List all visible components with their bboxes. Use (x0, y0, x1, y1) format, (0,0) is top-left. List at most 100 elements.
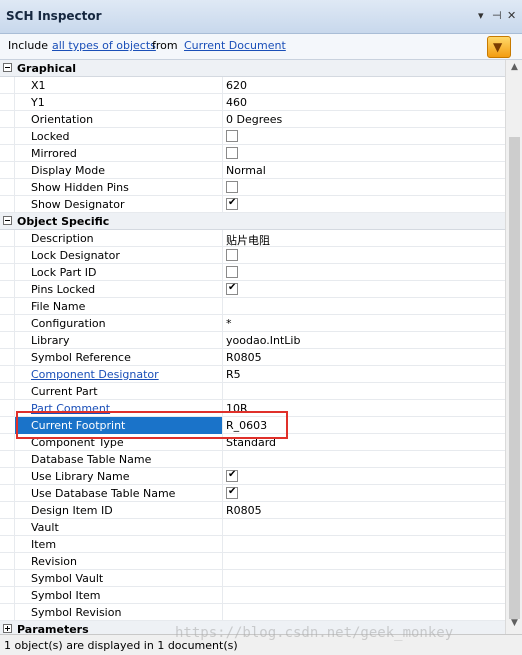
include-from-text: from (152, 39, 178, 52)
filter-button[interactable]: ▼ (487, 36, 511, 58)
property-label: Symbol Reference (31, 351, 131, 364)
property-row-symbol-revision[interactable]: Symbol Revision (0, 604, 505, 621)
property-label: Library (31, 334, 70, 347)
object-types-link[interactable]: all types of objects (52, 39, 156, 52)
property-row-library[interactable]: Library yoodao.IntLib (0, 332, 505, 349)
property-label: Vault (31, 521, 59, 534)
pin-icon[interactable]: ⊣ (492, 9, 502, 22)
close-icon[interactable]: ✕ (507, 9, 516, 22)
category-label: Object Specific (17, 215, 110, 228)
use-library-name-checkbox[interactable] (226, 469, 238, 482)
property-row-x1[interactable]: X1 620 (0, 77, 505, 94)
property-row-lock-designator[interactable]: Lock Designator (0, 247, 505, 264)
property-value[interactable]: 620 (226, 79, 247, 92)
collapse-toggle-icon[interactable] (3, 216, 12, 225)
expand-toggle-icon[interactable] (3, 624, 12, 633)
property-row-current-part[interactable]: Current Part (0, 383, 505, 400)
property-row-revision[interactable]: Revision (0, 553, 505, 570)
category-graphical[interactable]: Graphical (0, 60, 505, 77)
property-label-link[interactable]: Component Designator (31, 368, 159, 381)
property-row-vault[interactable]: Vault (0, 519, 505, 536)
property-label: Locked (31, 130, 70, 143)
property-row-symbol-reference[interactable]: Symbol Reference R0805 (0, 349, 505, 366)
property-label: Mirrored (31, 147, 77, 160)
dropdown-arrow-icon[interactable]: ▾ (478, 9, 484, 22)
property-row-locked[interactable]: Locked (0, 128, 505, 145)
property-label: Item (31, 538, 57, 551)
locked-checkbox[interactable] (226, 130, 238, 142)
property-row-lock-part-id[interactable]: Lock Part ID (0, 264, 505, 281)
property-row-design-item-id[interactable]: Design Item ID R0805 (0, 502, 505, 519)
property-row-database-table-name[interactable]: Database Table Name (0, 451, 505, 468)
property-value[interactable]: Normal (226, 164, 266, 177)
property-row-description[interactable]: Description 贴片电阻 (0, 230, 505, 247)
show-designator-checkbox[interactable] (226, 197, 238, 210)
property-row-symbol-vault[interactable]: Symbol Vault (0, 570, 505, 587)
annotation-highlight-box (16, 411, 288, 439)
property-row-orientation[interactable]: Orientation 0 Degrees (0, 111, 505, 128)
collapse-toggle-icon[interactable] (3, 63, 12, 72)
property-label: Symbol Item (31, 589, 101, 602)
scroll-up-arrow-icon[interactable]: ▲ (508, 62, 521, 76)
property-label: X1 (31, 79, 46, 92)
property-value[interactable]: R5 (226, 368, 241, 381)
property-label: Revision (31, 555, 77, 568)
property-label: Orientation (31, 113, 94, 126)
property-label: Y1 (31, 96, 45, 109)
scope-link[interactable]: Current Document (184, 39, 286, 52)
property-label: File Name (31, 300, 86, 313)
property-row-file-name[interactable]: File Name (0, 298, 505, 315)
property-row-use-library-name[interactable]: Use Library Name (0, 468, 505, 485)
property-row-item[interactable]: Item (0, 536, 505, 553)
property-value[interactable]: 贴片电阻 (226, 232, 270, 248)
property-label: Database Table Name (31, 453, 152, 466)
panel-title: SCH Inspector (6, 9, 102, 23)
property-row-show-hidden-pins[interactable]: Show Hidden Pins (0, 179, 505, 196)
property-row-pins-locked[interactable]: Pins Locked (0, 281, 505, 298)
include-filter-bar: Include all types of objects from Curren… (0, 34, 522, 60)
watermark-text: https://blog.csdn.net/geek_monkey (175, 625, 454, 641)
funnel-icon: ▼ (493, 40, 503, 54)
property-row-show-designator[interactable]: Show Designator (0, 196, 505, 213)
property-label: Use Database Table Name (31, 487, 176, 500)
vertical-scrollbar[interactable]: ▲ ▼ (505, 60, 522, 634)
property-row-configuration[interactable]: Configuration * (0, 315, 505, 332)
property-value[interactable]: R0805 (226, 504, 262, 517)
property-label: Configuration (31, 317, 106, 330)
property-row-display-mode[interactable]: Display Mode Normal (0, 162, 505, 179)
property-label: Symbol Revision (31, 606, 122, 619)
property-label: Description (31, 232, 94, 245)
show-hidden-pins-checkbox[interactable] (226, 181, 238, 193)
property-row-symbol-item[interactable]: Symbol Item (0, 587, 505, 604)
property-value[interactable]: 460 (226, 96, 247, 109)
property-row-component-designator[interactable]: Component Designator R5 (0, 366, 505, 383)
use-database-table-name-checkbox[interactable] (226, 486, 238, 499)
property-grid: Graphical X1 620 Y1 460 Orientation 0 De… (0, 60, 505, 634)
property-value[interactable]: * (226, 317, 232, 330)
property-label: Lock Part ID (31, 266, 97, 279)
property-value[interactable]: 0 Degrees (226, 113, 282, 126)
property-label: Current Part (31, 385, 98, 398)
property-label: Use Library Name (31, 470, 130, 483)
property-row-mirrored[interactable]: Mirrored (0, 145, 505, 162)
include-prefix: Include (8, 39, 49, 52)
panel-title-bar: SCH Inspector ▾ ⊣ ✕ (0, 0, 522, 34)
property-value[interactable]: yoodao.IntLib (226, 334, 300, 347)
pins-locked-checkbox[interactable] (226, 282, 238, 295)
category-object-specific[interactable]: Object Specific (0, 213, 505, 230)
property-label: Lock Designator (31, 249, 120, 262)
mirrored-checkbox[interactable] (226, 147, 238, 159)
category-label: Parameters (17, 623, 89, 634)
scrollbar-thumb[interactable] (509, 137, 520, 619)
property-label: Show Hidden Pins (31, 181, 129, 194)
property-row-y1[interactable]: Y1 460 (0, 94, 505, 111)
lock-designator-checkbox[interactable] (226, 249, 238, 261)
property-label: Show Designator (31, 198, 125, 211)
category-label: Graphical (17, 62, 77, 75)
property-label: Design Item ID (31, 504, 113, 517)
property-row-use-database-table-name[interactable]: Use Database Table Name (0, 485, 505, 502)
scroll-down-arrow-icon[interactable]: ▼ (508, 618, 521, 632)
lock-part-id-checkbox[interactable] (226, 266, 238, 278)
property-value[interactable]: R0805 (226, 351, 262, 364)
property-label: Display Mode (31, 164, 106, 177)
